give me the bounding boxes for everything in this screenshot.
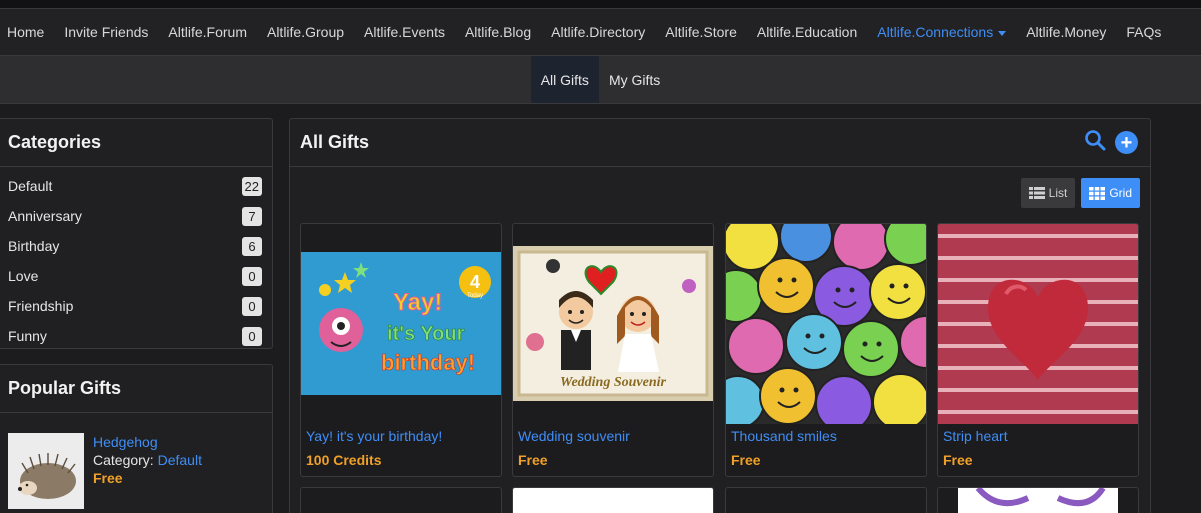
popular-gift-item[interactable]: Hedgehog Category: Default Free <box>0 413 272 509</box>
nav-directory[interactable]: Altlife.Directory <box>551 24 645 40</box>
hedgehog-thumbnail[interactable] <box>8 433 84 509</box>
gift-card-partial[interactable] <box>725 487 927 513</box>
grid-view-button[interactable]: Grid <box>1081 178 1140 208</box>
gift-card-partial[interactable] <box>300 487 502 513</box>
nav-events[interactable]: Altlife.Events <box>364 24 445 40</box>
nav-education[interactable]: Altlife.Education <box>757 24 857 40</box>
category-label: Friendship <box>8 298 74 314</box>
category-label: Funny <box>8 328 47 344</box>
category-count-badge: 22 <box>241 176 262 196</box>
gift-image-badge-sub: Today <box>467 293 483 299</box>
gift-image-text-1: Yay! <box>393 289 442 316</box>
category-count-badge: 7 <box>242 206 262 226</box>
gift-card[interactable]: Wedding Souvenir Wedding souvenir Free <box>512 223 714 477</box>
all-gifts-title: All Gifts <box>300 132 370 152</box>
nav-connections-label: Altlife.Connections <box>877 24 994 40</box>
category-label: Love <box>8 268 39 284</box>
category-count-badge: 0 <box>242 326 262 346</box>
categories-panel: Categories Default 22 Anniversary 7 Birt… <box>0 118 273 349</box>
gift-image-partial[interactable] <box>958 488 1118 513</box>
nav-home[interactable]: Home <box>7 24 44 40</box>
list-view-label: List <box>1048 186 1068 200</box>
gift-image-strip-heart[interactable] <box>938 224 1138 424</box>
chevron-down-icon <box>998 30 1007 36</box>
nav-group[interactable]: Altlife.Group <box>267 24 344 40</box>
gift-card[interactable]: Thousand smiles Free <box>725 223 927 477</box>
category-item-anniversary[interactable]: Anniversary 7 <box>1 201 272 231</box>
nav-store[interactable]: Altlife.Store <box>665 24 737 40</box>
category-item-default[interactable]: Default 22 <box>1 171 272 201</box>
gift-title[interactable]: Thousand smiles <box>731 428 837 444</box>
gift-card-partial[interactable] <box>512 487 714 513</box>
gift-image-smiles[interactable] <box>726 224 926 424</box>
categories-list: Default 22 Anniversary 7 Birthday 6 Love… <box>0 167 272 351</box>
popular-gifts-title: Popular Gifts <box>0 365 272 413</box>
gift-card-partial[interactable] <box>937 487 1139 513</box>
list-view-button[interactable]: List <box>1020 178 1076 208</box>
gift-price: Free <box>943 452 973 468</box>
gift-image-text-3: birthday! <box>381 350 475 375</box>
category-item-funny[interactable]: Funny 0 <box>1 321 272 351</box>
popular-gift-name[interactable]: Hedgehog <box>93 433 202 451</box>
category-item-love[interactable]: Love 0 <box>1 261 272 291</box>
nav-faqs[interactable]: FAQs <box>1126 24 1161 40</box>
category-count-badge: 0 <box>242 266 262 286</box>
nav-money[interactable]: Altlife.Money <box>1026 24 1106 40</box>
all-gifts-header: All Gifts + <box>290 119 1150 167</box>
search-icon[interactable] <box>1084 129 1106 156</box>
category-item-birthday[interactable]: Birthday 6 <box>1 231 272 261</box>
gift-image-wedding[interactable]: Wedding Souvenir <box>513 246 713 401</box>
nav-connections[interactable]: Altlife.Connections <box>877 24 1007 40</box>
grid-icon <box>1089 186 1106 200</box>
gift-price: Free <box>731 452 761 468</box>
gift-card[interactable]: Strip heart Free <box>937 223 1139 477</box>
categories-title: Categories <box>0 119 272 167</box>
tab-all-gifts[interactable]: All Gifts <box>530 56 599 103</box>
popular-gifts-panel: Popular Gifts Hedgehog Category: Default… <box>0 364 273 513</box>
category-label: Default <box>8 178 53 194</box>
top-strip <box>0 0 1201 9</box>
gift-image-birthday[interactable]: 4 Today Yay! it's Your birthday! <box>301 252 501 395</box>
category-label: Anniversary <box>8 208 82 224</box>
nav-invite-friends[interactable]: Invite Friends <box>64 24 148 40</box>
add-gift-icon[interactable]: + <box>1115 131 1138 154</box>
gift-image-text-2: it's Your <box>387 323 465 345</box>
gift-image-text-1: Wedding Souvenir <box>560 375 666 390</box>
gift-price: Free <box>518 452 548 468</box>
gift-card[interactable]: 4 Today Yay! it's Your birthday! Yay! it… <box>300 223 502 477</box>
category-label: Birthday <box>8 238 60 254</box>
list-icon <box>1028 187 1045 199</box>
popular-gift-price: Free <box>93 470 123 486</box>
gift-image-partial[interactable] <box>513 488 713 513</box>
gift-image-badge: 4 <box>470 272 480 292</box>
all-gifts-panel: All Gifts + List Grid 4 Today Yay! it's … <box>289 118 1151 513</box>
category-item-friendship[interactable]: Friendship 0 <box>1 291 272 321</box>
grid-view-label: Grid <box>1109 186 1132 200</box>
nav-forum[interactable]: Altlife.Forum <box>168 24 247 40</box>
category-count-badge: 6 <box>242 236 262 256</box>
content-area: Categories Default 22 Anniversary 7 Birt… <box>0 104 1201 513</box>
gift-price: 100 Credits <box>306 452 382 468</box>
popular-gift-category-link[interactable]: Default <box>158 452 202 468</box>
header-actions: + <box>1084 129 1138 156</box>
category-count-badge: 0 <box>242 296 262 316</box>
gift-title[interactable]: Strip heart <box>943 428 1008 444</box>
nav-blog[interactable]: Altlife.Blog <box>465 24 531 40</box>
popular-gift-category: Category: Default <box>93 451 202 469</box>
gift-title[interactable]: Yay! it's your birthday! <box>306 428 442 444</box>
category-label: Category: <box>93 452 154 468</box>
main-nav: Home Invite Friends Altlife.Forum Altlif… <box>0 9 1201 56</box>
view-toggle: List Grid <box>1020 178 1140 208</box>
gift-title[interactable]: Wedding souvenir <box>518 428 630 444</box>
tab-my-gifts[interactable]: My Gifts <box>599 56 670 103</box>
sub-nav: All Gifts My Gifts <box>0 56 1201 104</box>
popular-gift-info: Hedgehog Category: Default Free <box>93 433 202 509</box>
